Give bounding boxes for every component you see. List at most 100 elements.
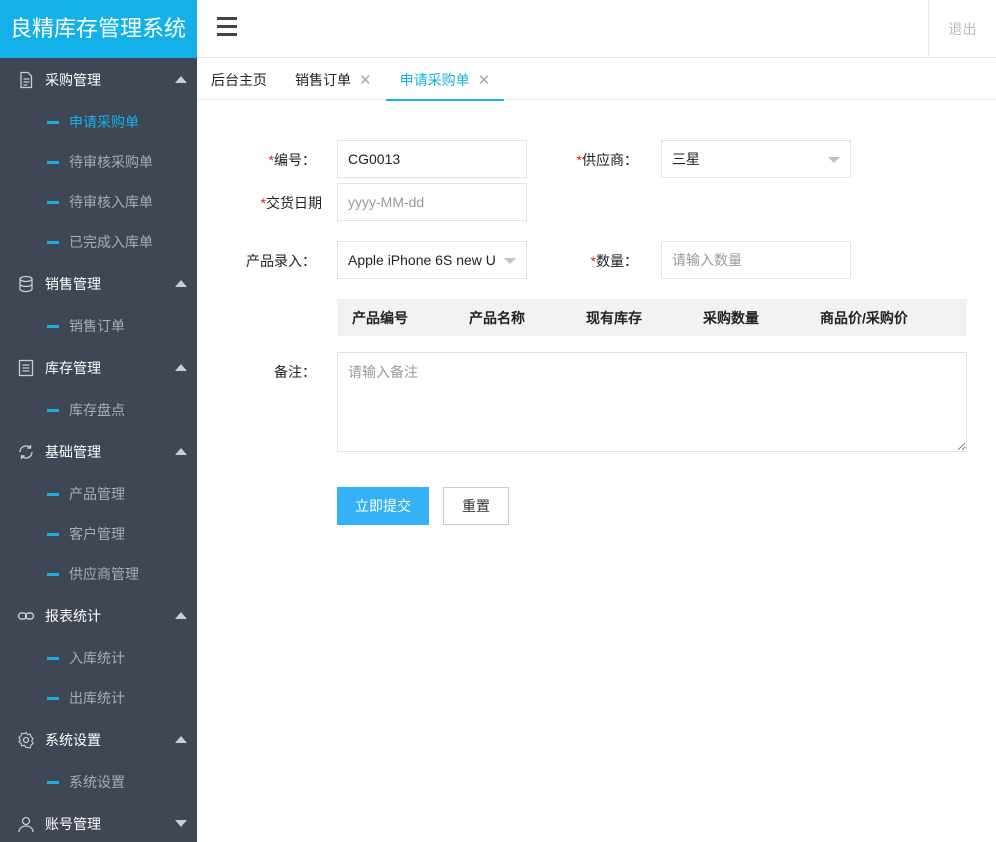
sidebar-item-label: 销售订单	[69, 318, 125, 334]
dash-icon	[47, 532, 59, 536]
sidebar-group: 库存管理库存盘点	[0, 346, 197, 430]
user-icon	[16, 814, 36, 834]
sidebar-item[interactable]: 申请采购单	[0, 102, 197, 142]
sidebar-item[interactable]: 客户管理	[0, 514, 197, 554]
chevron-up-icon	[175, 280, 187, 287]
sidebar-group: 采购管理申请采购单待审核采购单 待审核入库单 已完成入库单	[0, 58, 197, 262]
sidebar-group-header[interactable]: 基础管理	[0, 430, 197, 474]
dash-icon	[47, 696, 59, 700]
sidebar-item[interactable]: 销售订单	[0, 306, 197, 346]
product-value: Apple iPhone 6S new U	[348, 252, 496, 268]
quantity-input[interactable]	[661, 241, 851, 279]
tab-purchase-request[interactable]: 申请采购单 ✕	[385, 59, 505, 101]
dash-icon	[47, 324, 59, 328]
tab-label: 申请采购单	[399, 71, 470, 88]
dash-icon	[47, 656, 59, 660]
sidebar-group-header[interactable]: 系统设置	[0, 718, 197, 762]
sidebar-group-label: 系统设置	[45, 732, 101, 748]
dash-icon	[47, 200, 59, 204]
menu-toggle-icon[interactable]	[217, 17, 237, 37]
sidebar-item-label: 产品管理	[69, 486, 125, 502]
supplier-select[interactable]: 三星	[661, 140, 851, 178]
sidebar-item-label: 出库统计	[69, 690, 125, 706]
refresh-icon	[16, 442, 36, 462]
database-icon	[16, 274, 36, 294]
sidebar-item[interactable]: 已完成入库单	[0, 222, 197, 262]
sidebar-group-label: 采购管理	[45, 72, 101, 88]
supplier-label: *供应商：	[576, 152, 638, 168]
code-input[interactable]	[337, 140, 527, 178]
chevron-down-icon	[175, 820, 187, 827]
column-header: 现有库存	[586, 309, 642, 326]
sidebar-item[interactable]: 产品管理	[0, 474, 197, 514]
sidebar-item-label: 待审核采购单	[69, 154, 153, 170]
code-label: *编号：	[268, 152, 316, 168]
quantity-label: *数量：	[590, 253, 638, 269]
reset-button[interactable]: 重置	[443, 487, 509, 525]
product-table-header: 产品编号 产品名称 现有库存 采购数量 商品价/采购价	[337, 299, 967, 336]
sidebar-item[interactable]: 系统设置	[0, 762, 197, 802]
sidebar-group-header[interactable]: 采购管理	[0, 58, 197, 102]
sidebar-group-header[interactable]: 账号管理	[0, 802, 197, 842]
sidebar-item-label: 供应商管理	[69, 566, 139, 582]
app-logo: 良精库存管理系统	[0, 0, 197, 58]
sidebar-group-header[interactable]: 销售管理	[0, 262, 197, 306]
tab-sales-order[interactable]: 销售订单 ✕	[281, 59, 386, 100]
document-icon	[16, 70, 36, 90]
page-tabs: 后台主页 销售订单 ✕ 申请采购单 ✕	[197, 59, 996, 101]
sidebar-item-label: 库存盘点	[69, 402, 125, 418]
chevron-up-icon	[175, 612, 187, 619]
sidebar-group: 销售管理销售订单	[0, 262, 197, 346]
sidebar-group-header[interactable]: 库存管理	[0, 346, 197, 390]
product-label: 产品录入：	[246, 253, 316, 269]
dash-icon	[47, 408, 59, 412]
tab-label: 销售订单	[295, 71, 351, 88]
note-label: 备注：	[274, 364, 316, 380]
tab-label: 后台主页	[211, 71, 267, 88]
dash-icon	[47, 780, 59, 784]
sidebar-group: 基础管理产品管理客户管理供应商管理	[0, 430, 197, 594]
submit-button[interactable]: 立即提交	[337, 487, 429, 525]
dash-icon	[47, 240, 59, 244]
delivery-date-input[interactable]	[337, 183, 527, 221]
chevron-down-icon	[504, 258, 516, 264]
column-header: 产品编号	[352, 309, 408, 326]
sidebar-item[interactable]: 待审核入库单	[0, 182, 197, 222]
sidebar-group-label: 报表统计	[45, 608, 101, 624]
sidebar-item-label: 已完成入库单	[69, 234, 153, 250]
chevron-up-icon	[175, 448, 187, 455]
sidebar-group-label: 基础管理	[45, 444, 101, 460]
close-icon[interactable]: ✕	[359, 71, 372, 89]
sidebar-group: 报表统计入库统计出库统计	[0, 594, 197, 718]
column-header: 商品价/采购价	[820, 309, 908, 326]
sidebar-group-header[interactable]: 报表统计	[0, 594, 197, 638]
sidebar-group-label: 账号管理	[45, 816, 101, 832]
sidebar-item[interactable]: 供应商管理	[0, 554, 197, 594]
sidebar-item[interactable]: 出库统计	[0, 678, 197, 718]
gear-icon	[16, 730, 36, 750]
column-header: 产品名称	[469, 309, 525, 326]
sidebar-item[interactable]: 入库统计	[0, 638, 197, 678]
sidebar-group: 账号管理	[0, 802, 197, 842]
sidebar-item-label: 申请采购单	[69, 114, 139, 130]
tab-home[interactable]: 后台主页	[197, 59, 281, 100]
sidebar-item-label: 待审核入库单	[69, 194, 153, 210]
sidebar-item[interactable]: 库存盘点	[0, 390, 197, 430]
delivery-date-label: *交货日期	[260, 195, 322, 211]
supplier-value: 三星	[672, 151, 700, 167]
chevron-up-icon	[175, 736, 187, 743]
dash-icon	[47, 492, 59, 496]
sidebar-group-label: 销售管理	[45, 276, 101, 292]
logout-button[interactable]: 退出	[928, 0, 996, 58]
top-header: 退出	[197, 0, 996, 58]
dash-icon	[47, 160, 59, 164]
link-icon	[16, 606, 36, 626]
sidebar-group-label: 库存管理	[45, 360, 101, 376]
note-textarea[interactable]	[337, 352, 967, 452]
product-select[interactable]: Apple iPhone 6S new U	[337, 241, 527, 279]
sidebar-nav: 采购管理 申请采购单 待审核采购单 待审核入库单 已完成入库单 销售管理 销售订单 库存管理库…	[0, 58, 197, 842]
dash-icon	[47, 572, 59, 576]
chevron-down-icon	[828, 157, 840, 163]
close-icon[interactable]: ✕	[478, 71, 491, 89]
sidebar-item[interactable]: 待审核采购单	[0, 142, 197, 182]
